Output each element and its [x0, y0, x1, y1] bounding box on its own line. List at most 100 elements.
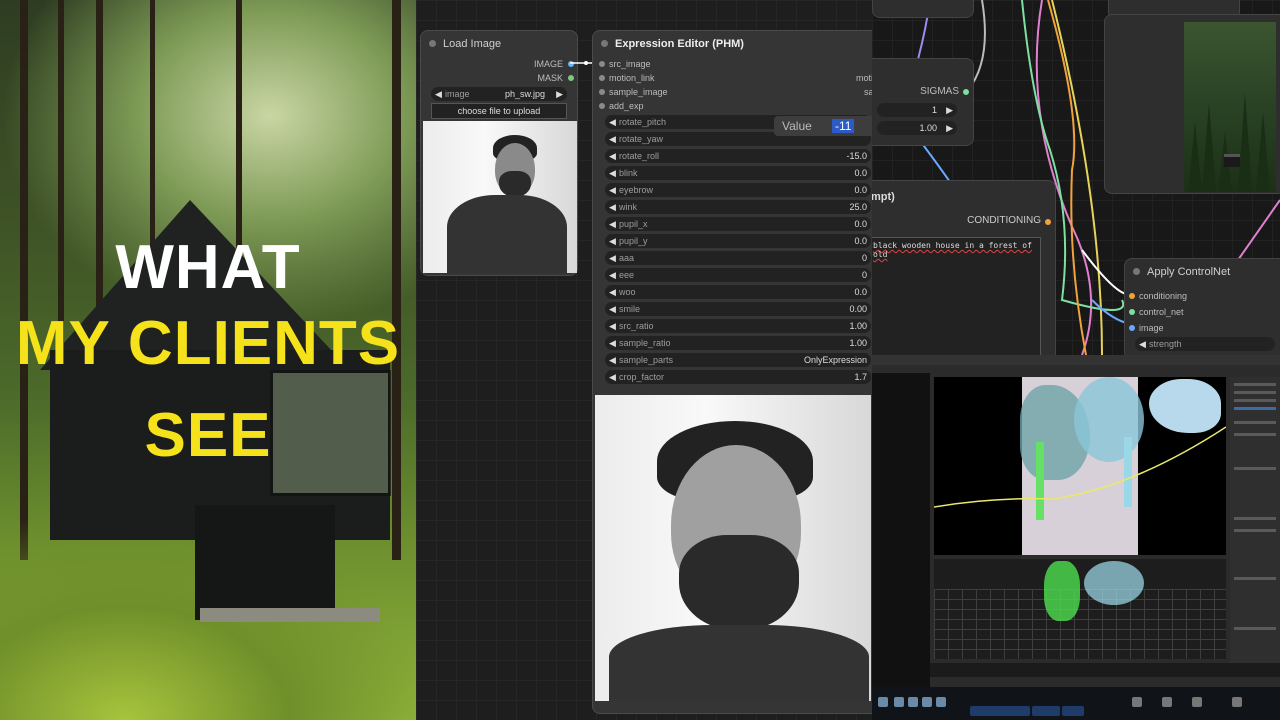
arrow-left-icon[interactable]: ◀ — [609, 200, 616, 214]
apply-controlnet-title[interactable]: Apply ControlNet — [1125, 259, 1280, 285]
output-sigmas-dot[interactable] — [963, 89, 969, 95]
param-pupil-x[interactable]: ◀ pupil_x 0.0 — [605, 217, 871, 231]
tray-icon[interactable] — [1232, 697, 1242, 707]
input-port-dot[interactable] — [599, 103, 605, 109]
property-row[interactable] — [1234, 467, 1276, 470]
taskbar-app-icon[interactable] — [908, 697, 918, 707]
output-sigmas-port[interactable]: SIGMAS — [920, 85, 959, 99]
property-row[interactable] — [1234, 383, 1276, 386]
param-blink[interactable]: ◀ blink 0.0 — [605, 166, 871, 180]
arrow-left-icon[interactable]: ◀ — [609, 251, 616, 265]
taskbar-window-chip[interactable] — [1062, 706, 1084, 716]
arrow-left-icon[interactable]: ◀ — [609, 115, 616, 129]
arrow-left-icon[interactable]: ◀ — [1139, 337, 1146, 351]
apply-controlnet-node[interactable]: Apply ControlNet conditioning control_ne… — [1124, 258, 1280, 355]
prompt-text-area[interactable]: black wooden house in a forest of old — [872, 237, 1041, 355]
param-aaa[interactable]: ◀ aaa 0 — [605, 251, 871, 265]
tray-icon[interactable] — [1192, 697, 1202, 707]
taskbar-window-chip[interactable] — [970, 706, 1030, 716]
arrow-right-icon[interactable]: ▶ — [556, 87, 563, 101]
sigmas-widget-1[interactable]: 1 ▶ — [877, 103, 957, 117]
arrow-left-icon[interactable]: ◀ — [609, 268, 616, 282]
top-viewport[interactable] — [934, 559, 1226, 659]
input-control-net-dot[interactable] — [1129, 309, 1135, 315]
param-wink[interactable]: ◀ wink 25.0 — [605, 200, 871, 214]
input-port-dot[interactable] — [599, 61, 605, 67]
value-popup-input[interactable]: -11 — [832, 119, 855, 133]
tray-icon[interactable] — [1132, 697, 1142, 707]
property-row[interactable] — [1234, 433, 1276, 436]
scene-outliner[interactable] — [872, 373, 930, 713]
arrow-left-icon[interactable]: ◀ — [609, 217, 616, 231]
3d-software-window[interactable] — [872, 355, 1280, 720]
property-row[interactable] — [1234, 391, 1276, 394]
node-collapse-dot[interactable] — [601, 40, 608, 47]
property-row[interactable] — [1234, 407, 1276, 410]
node-collapse-dot[interactable] — [429, 40, 436, 47]
windows-taskbar[interactable] — [872, 687, 1280, 720]
arrow-left-icon[interactable]: ◀ — [609, 132, 616, 146]
input-port-dot[interactable] — [599, 75, 605, 81]
property-row[interactable] — [1234, 529, 1276, 532]
arrow-left-icon[interactable]: ◀ — [609, 319, 616, 333]
input-port-motion-link[interactable]: motion_link motion — [593, 71, 872, 85]
sigmas-widget-2[interactable]: 1.00 ▶ — [877, 121, 957, 135]
arrow-left-icon[interactable]: ◀ — [609, 285, 616, 299]
taskbar-app-icon[interactable] — [922, 697, 932, 707]
property-row[interactable] — [1234, 627, 1276, 630]
load-image-node[interactable]: Load Image IMAGE MASK ◀ image ph_sw.jpg … — [420, 30, 578, 276]
arrow-left-icon[interactable]: ◀ — [609, 336, 616, 350]
input-image-port[interactable]: image — [1125, 321, 1280, 335]
output-mask-dot[interactable] — [568, 75, 574, 81]
node-editor-canvas[interactable]: Load Image IMAGE MASK ◀ image ph_sw.jpg … — [416, 0, 872, 720]
input-image-dot[interactable] — [1129, 325, 1135, 331]
input-conditioning-dot[interactable] — [1129, 293, 1135, 299]
strength-widget[interactable]: ◀ strength — [1135, 337, 1275, 351]
arrow-left-icon[interactable]: ◀ — [609, 353, 616, 367]
output-conditioning-dot[interactable] — [1045, 219, 1051, 225]
menu-bar[interactable] — [872, 355, 1280, 365]
input-control-net-port[interactable]: control_net — [1125, 305, 1280, 319]
arrow-left-icon[interactable]: ◀ — [435, 87, 442, 101]
input-port-dot[interactable] — [599, 89, 605, 95]
arrow-left-icon[interactable]: ◀ — [609, 166, 616, 180]
image-selector[interactable]: ◀ image ph_sw.jpg ▶ — [431, 87, 567, 101]
property-row[interactable] — [1234, 421, 1276, 424]
param-pupil-y[interactable]: ◀ pupil_y 0.0 — [605, 234, 871, 248]
output-mask-port[interactable]: MASK — [421, 71, 577, 85]
param-woo[interactable]: ◀ woo 0.0 — [605, 285, 871, 299]
param-smile[interactable]: ◀ smile 0.00 — [605, 302, 871, 316]
properties-panel[interactable] — [1230, 377, 1280, 667]
sigmas-node[interactable]: SIGMAS 1 ▶ 1.00 ▶ — [872, 58, 974, 146]
tray-icon[interactable] — [1162, 697, 1172, 707]
property-row[interactable] — [1234, 577, 1276, 580]
param-eee[interactable]: ◀ eee 0 — [605, 268, 871, 282]
param-eyebrow[interactable]: ◀ eyebrow 0.0 — [605, 183, 871, 197]
arrow-right-icon[interactable]: ▶ — [946, 121, 953, 135]
arrow-left-icon[interactable]: ◀ — [609, 149, 616, 163]
load-image-title[interactable]: Load Image — [421, 31, 577, 57]
param-sample-parts[interactable]: ◀ sample_parts OnlyExpression — [605, 353, 871, 367]
prompt-node[interactable]: mpt) CONDITIONING black wooden house in … — [872, 180, 1056, 355]
param-rotate-roll[interactable]: ◀ rotate_roll -15.0 — [605, 149, 871, 163]
taskbar-window-chip[interactable] — [1032, 706, 1060, 716]
param-crop-factor[interactable]: ◀ crop_factor 1.7 — [605, 370, 871, 384]
input-port-src-image[interactable]: src_imagei — [593, 57, 872, 71]
input-port-add-exp[interactable]: add_exp — [593, 99, 872, 113]
arrow-left-icon[interactable]: ◀ — [609, 370, 616, 384]
start-icon[interactable] — [878, 697, 888, 707]
collapsed-node[interactable] — [872, 0, 974, 18]
arrow-left-icon[interactable]: ◀ — [609, 183, 616, 197]
arrow-left-icon[interactable]: ◀ — [609, 302, 616, 316]
arrow-left-icon[interactable]: ◀ — [609, 234, 616, 248]
arrow-right-icon[interactable]: ▶ — [946, 103, 953, 117]
choose-file-button[interactable]: choose file to upload — [431, 103, 567, 119]
property-row[interactable] — [1234, 399, 1276, 402]
taskbar-app-icon[interactable] — [894, 697, 904, 707]
timeline[interactable] — [930, 663, 1280, 677]
property-row[interactable] — [1234, 517, 1276, 520]
input-conditioning-port[interactable]: conditioning — [1125, 289, 1280, 303]
input-port-sample-image[interactable]: sample_image save — [593, 85, 872, 99]
expression-editor-title[interactable]: Expression Editor (PHM) — [593, 31, 872, 57]
value-edit-popup[interactable]: Value -11 — [774, 116, 872, 136]
